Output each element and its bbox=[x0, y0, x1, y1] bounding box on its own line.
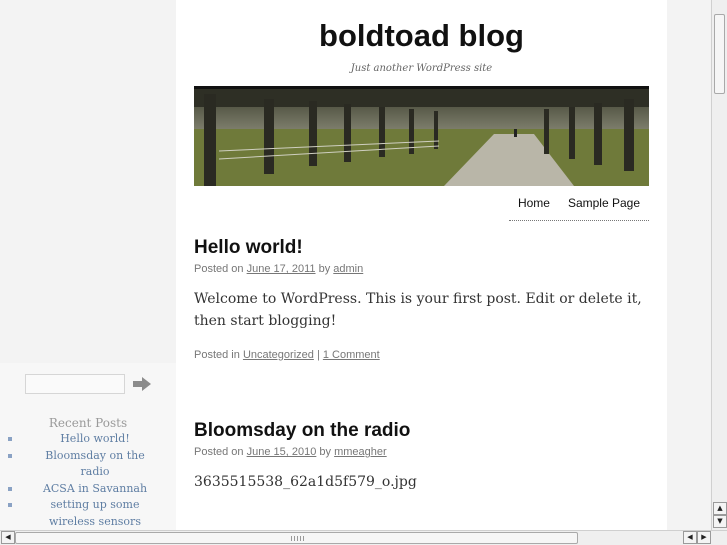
post-date-link[interactable]: June 15, 2010 bbox=[247, 446, 317, 458]
nav-item-sample-page[interactable]: Sample Page bbox=[559, 196, 649, 220]
list-item: ACSA in Savannah bbox=[0, 481, 176, 498]
bullet-icon bbox=[8, 437, 12, 441]
scroll-up-button[interactable]: ▲ bbox=[713, 502, 727, 515]
main-content: boldtoad blog Just another WordPress sit… bbox=[176, 0, 667, 530]
sidebar-widgets: Recent Posts Hello world! Bloomsday on t… bbox=[0, 363, 176, 530]
category-link[interactable]: Uncategorized bbox=[243, 349, 314, 361]
arrow-right-icon[interactable] bbox=[132, 376, 152, 392]
recent-posts-title: Recent Posts bbox=[48, 416, 128, 430]
scroll-left-button[interactable]: ◀ bbox=[683, 531, 697, 544]
posted-on-label: Posted on bbox=[194, 263, 244, 275]
nav-item-home[interactable]: Home bbox=[509, 196, 559, 220]
post-date-link[interactable]: June 17, 2011 bbox=[247, 263, 316, 275]
recent-post-link[interactable]: Hello world! bbox=[60, 432, 130, 445]
scroll-down-button[interactable]: ▼ bbox=[713, 515, 727, 528]
comments-link[interactable]: 1 Comment bbox=[323, 349, 380, 361]
post-title[interactable]: Hello world! bbox=[194, 237, 654, 259]
bullet-icon bbox=[8, 486, 12, 491]
vertical-scroll-thumb[interactable] bbox=[714, 14, 725, 94]
posted-on-label: Posted on bbox=[194, 446, 244, 458]
tree-avenue-image bbox=[194, 89, 649, 186]
recent-post-link[interactable]: Bloomsday on the radio bbox=[45, 449, 144, 479]
site-title[interactable]: boldtoad blog bbox=[176, 18, 667, 54]
post-content: 3635515538_62a1d5f579_o.jpg bbox=[194, 474, 417, 490]
horizontal-scroll-thumb[interactable] bbox=[15, 532, 578, 544]
vertical-scrollbar[interactable]: ▲ ▼ bbox=[711, 0, 727, 530]
by-label: by bbox=[319, 446, 332, 458]
list-item: Hello world! bbox=[0, 431, 176, 448]
separator: | bbox=[316, 349, 320, 361]
author-link[interactable]: admin bbox=[333, 263, 363, 275]
by-label: by bbox=[318, 263, 331, 275]
grip-icon bbox=[291, 536, 305, 541]
recent-post-link[interactable]: ACSA in Savannah bbox=[43, 482, 147, 495]
post: Hello world! Posted on June 17, 2011 by … bbox=[194, 237, 654, 361]
search-form bbox=[25, 374, 165, 396]
post-meta: Posted on June 17, 2011 by admin bbox=[194, 263, 654, 275]
header-banner-image bbox=[194, 86, 649, 186]
horizontal-scrollbar[interactable]: ◀ ◀ ▶ bbox=[0, 530, 727, 545]
post-meta: Posted on June 15, 2010 by mmeagher bbox=[194, 446, 654, 458]
bullet-icon bbox=[8, 453, 12, 458]
main-nav: Home Sample Page bbox=[508, 196, 649, 221]
author-link[interactable]: mmeagher bbox=[334, 446, 387, 458]
bullet-icon bbox=[8, 503, 12, 507]
recent-posts-list: Hello world! Bloomsday on the radio ACSA… bbox=[0, 431, 176, 530]
list-item: setting up some wireless sensors bbox=[0, 497, 176, 530]
post-footer-meta: Posted in Uncategorized | 1 Comment bbox=[194, 349, 654, 361]
scroll-left-button[interactable]: ◀ bbox=[1, 531, 15, 544]
post-content: Welcome to WordPress. This is your first… bbox=[194, 291, 642, 329]
site-description: Just another WordPress site bbox=[350, 63, 493, 74]
search-input[interactable] bbox=[25, 374, 125, 394]
posted-in-label: Posted in bbox=[194, 349, 240, 361]
post-title[interactable]: Bloomsday on the radio bbox=[194, 420, 654, 442]
recent-post-link[interactable]: setting up some wireless sensors bbox=[49, 498, 141, 528]
post: Bloomsday on the radio Posted on June 15… bbox=[194, 420, 654, 493]
scroll-right-button[interactable]: ▶ bbox=[697, 531, 711, 544]
list-item: Bloomsday on the radio bbox=[0, 448, 176, 481]
left-sidebar: Recent Posts Hello world! Bloomsday on t… bbox=[0, 0, 176, 530]
